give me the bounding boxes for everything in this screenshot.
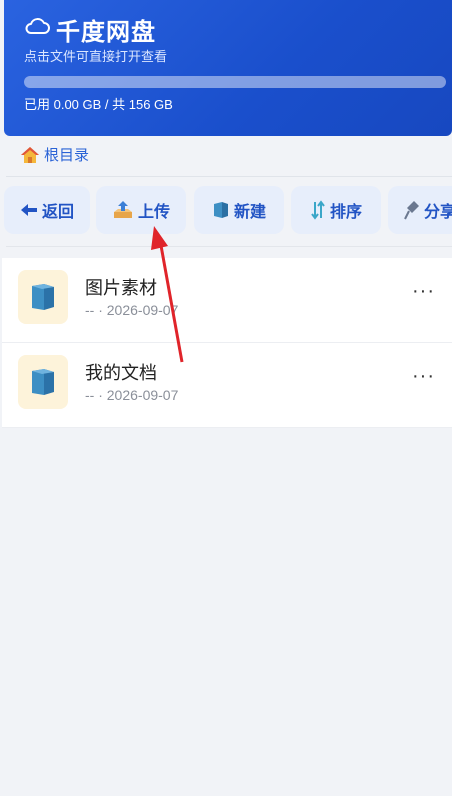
file-meta: -- · 2026-09-07	[85, 302, 179, 318]
breadcrumb-root-label: 根目录	[44, 147, 90, 164]
toolbar: 返回 上传 新建 排序 分享	[2, 186, 452, 242]
cloud-icon	[25, 18, 50, 34]
share-pin-icon	[404, 201, 419, 220]
home-icon	[21, 146, 39, 163]
storage-progress-bar	[24, 76, 446, 88]
folder-icon	[32, 369, 54, 395]
new-button-label: 新建	[233, 204, 266, 221]
back-button[interactable]: 返回	[4, 186, 90, 234]
toolbar-divider	[6, 246, 452, 247]
app-screen: 千度网盘 点击文件可直接打开查看 已用 0.00 GB / 共 156 GB 根…	[2, 0, 452, 796]
arrow-left-icon	[20, 204, 37, 216]
storage-text: 已用 0.00 GB / 共 156 GB	[24, 97, 173, 112]
list-item[interactable]: 我的文档 -- · 2026-09-07 ···	[2, 343, 452, 428]
upload-button[interactable]: 上传	[96, 186, 186, 234]
new-folder-icon	[213, 202, 228, 218]
file-meta: -- · 2026-09-07	[85, 387, 179, 403]
more-options-button[interactable]: ···	[412, 280, 435, 303]
breadcrumb-divider	[6, 176, 452, 177]
folder-icon	[32, 284, 54, 310]
list-item[interactable]: 图片素材 -- · 2026-09-07 ···	[2, 258, 452, 343]
folder-tile	[18, 270, 68, 324]
more-options-button[interactable]: ···	[412, 365, 435, 388]
new-button[interactable]: 新建	[194, 186, 284, 234]
sort-icon	[311, 200, 325, 220]
file-list: 图片素材 -- · 2026-09-07 ··· 我的文档 -- · 2026-…	[2, 258, 452, 428]
file-name: 我的文档	[85, 363, 157, 383]
back-button-label: 返回	[41, 204, 74, 221]
app-title: 千度网盘	[56, 19, 156, 46]
folder-tile	[18, 355, 68, 409]
breadcrumb[interactable]: 根目录	[20, 144, 89, 165]
file-name: 图片素材	[85, 278, 157, 298]
share-button-label: 分享	[424, 204, 452, 221]
app-subtitle: 点击文件可直接打开查看	[24, 49, 168, 64]
sort-button[interactable]: 排序	[291, 186, 381, 234]
upload-button-label: 上传	[137, 204, 170, 221]
share-button[interactable]: 分享	[388, 186, 452, 234]
app-header: 千度网盘 点击文件可直接打开查看 已用 0.00 GB / 共 156 GB	[4, 0, 452, 136]
sort-button-label: 排序	[329, 204, 362, 221]
upload-icon	[113, 201, 132, 218]
